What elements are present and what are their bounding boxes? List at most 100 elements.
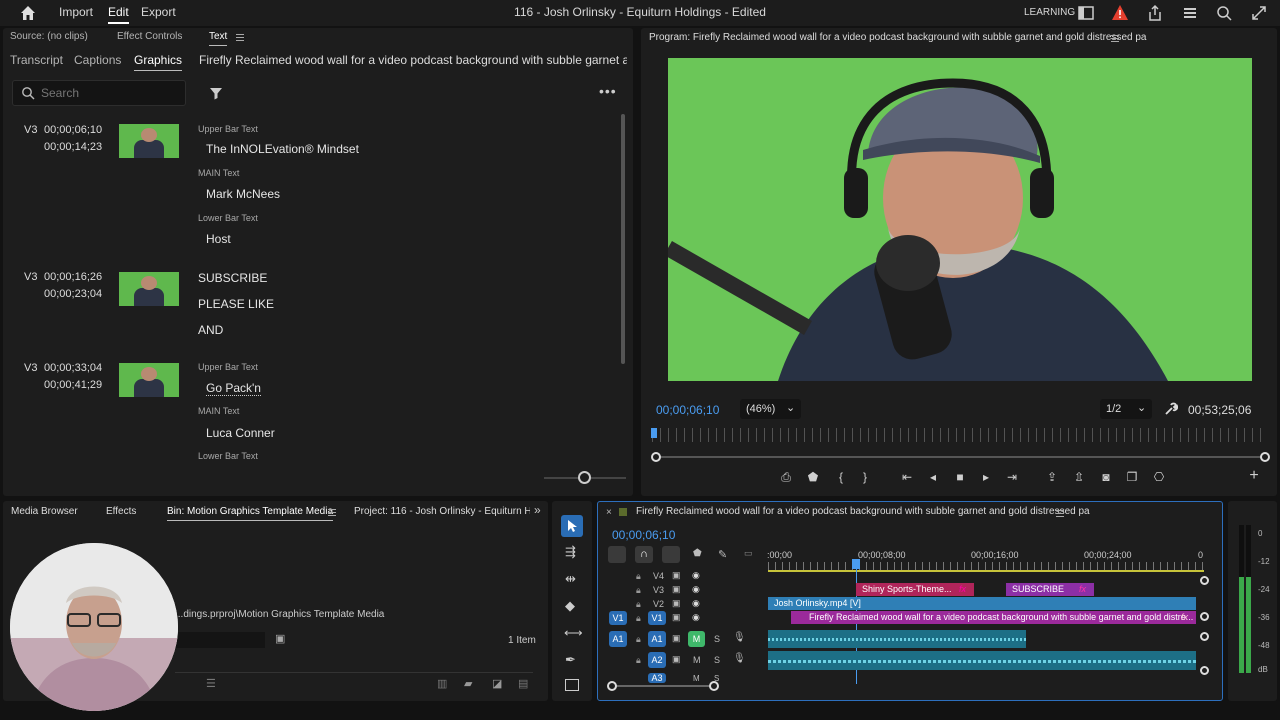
timeline-ruler[interactable] (768, 562, 1204, 570)
program-time-ruler[interactable] (652, 428, 1266, 442)
v-scroll-handle[interactable] (1200, 576, 1209, 585)
field-value[interactable]: Host (206, 232, 231, 246)
sync-lock-icon[interactable]: ▣ (672, 633, 681, 644)
track-v4[interactable]: V4 (653, 571, 664, 581)
timeline-timecode[interactable]: 00;00;06;10 (612, 528, 675, 542)
program-video-frame[interactable] (668, 58, 1252, 381)
sync-lock-icon[interactable]: ▣ (672, 584, 681, 595)
tab-effect-controls[interactable]: Effect Controls (117, 31, 182, 42)
h-zoom-right-handle[interactable] (709, 681, 719, 691)
tab-menu-icon[interactable] (327, 507, 337, 517)
zoom-dropdown[interactable]: (46%) ⌄ (740, 399, 801, 419)
search-field[interactable] (12, 80, 186, 106)
tab-media-browser[interactable]: Media Browser (11, 506, 78, 517)
sync-lock-icon[interactable]: ▣ (672, 570, 681, 581)
text-line[interactable]: AND (198, 323, 223, 337)
program-zoom-bar[interactable] (655, 456, 1265, 458)
microphone-icon[interactable]: 🎙︎ (733, 632, 746, 643)
lock-icon[interactable]: 🔒︎ (636, 585, 641, 596)
h-zoom-left-handle[interactable] (607, 681, 617, 691)
track-v2[interactable]: V2 (653, 599, 664, 609)
captions-icon[interactable]: ▭ (744, 548, 753, 559)
lock-icon[interactable]: 🔒︎ (636, 613, 641, 624)
search-input[interactable] (41, 86, 181, 100)
mark-out-icon[interactable]: } (858, 470, 872, 484)
lock-icon[interactable]: 🔒︎ (636, 634, 641, 645)
eye-icon[interactable]: ◉ (692, 598, 700, 609)
compare-icon[interactable]: ❐ (1125, 470, 1139, 484)
lift-icon[interactable]: ⇪ (1045, 470, 1059, 484)
eye-icon[interactable]: ◉ (692, 584, 700, 595)
wrench-icon[interactable] (1164, 402, 1178, 416)
lock-icon[interactable]: 🔒︎ (636, 599, 641, 610)
playhead-handle[interactable] (852, 559, 860, 569)
nest-toggle-icon[interactable] (608, 546, 626, 563)
rectangle-tool-icon[interactable] (565, 679, 579, 691)
menu-lines-icon[interactable] (1180, 3, 1200, 23)
a-scroll-handle[interactable] (1200, 632, 1209, 641)
more-tabs-icon[interactable]: » (534, 503, 541, 517)
field-value[interactable]: Luca Conner (206, 426, 275, 440)
tab-transcript[interactable]: Transcript (10, 53, 63, 67)
track-v1[interactable]: V1 (648, 611, 666, 625)
tab-source[interactable]: Source: (no clips) (10, 31, 88, 42)
resolution-dropdown[interactable]: 1/2 ⌄ (1100, 399, 1152, 419)
eye-icon[interactable]: ◉ (692, 570, 700, 581)
more-options-icon[interactable]: ••• (599, 83, 617, 99)
trash-icon[interactable]: ▤ (518, 677, 528, 690)
tab-menu-icon[interactable] (235, 32, 245, 42)
text-line[interactable]: PLEASE LIKE (198, 297, 274, 311)
field-value[interactable]: Mark McNees (206, 187, 280, 201)
sync-lock-icon[interactable]: ▣ (672, 598, 681, 609)
warning-icon[interactable] (1110, 3, 1130, 23)
pen-icon[interactable]: ✒ (565, 652, 576, 668)
panel-icon[interactable] (1076, 3, 1096, 23)
panel-menu-icon[interactable] (1055, 508, 1065, 518)
zoom-bar-right-handle[interactable] (1260, 452, 1270, 462)
step-back-icon[interactable]: ◂ (926, 470, 940, 484)
track-a1[interactable]: A1 (648, 631, 666, 647)
program-playhead[interactable] (651, 428, 657, 438)
go-to-out-icon[interactable]: ⇥ (1005, 470, 1019, 484)
video-clip[interactable]: Josh Orlinsky.mp4 [V] (768, 597, 1196, 610)
slip-icon[interactable]: ⟷ (564, 625, 583, 641)
field-value[interactable]: The InNOLEvation® Mindset (206, 142, 359, 156)
v-scroll-handle[interactable] (1200, 612, 1209, 621)
zoom-slider-handle[interactable] (578, 471, 591, 484)
add-button-icon[interactable]: + (1247, 468, 1261, 484)
track-a3[interactable]: A3 (648, 673, 666, 683)
tab-effects[interactable]: Effects (106, 506, 136, 517)
camera-icon[interactable]: ◙ (1099, 470, 1113, 484)
list-view-icon[interactable]: ☰ (206, 677, 216, 690)
automate-icon[interactable]: ▥ (437, 677, 447, 690)
scrollbar[interactable] (621, 114, 625, 364)
mark-in-icon[interactable]: { (834, 470, 848, 484)
timeline-settings-icon[interactable]: ✎ (718, 548, 727, 561)
mute-a2-button[interactable]: M (693, 655, 701, 665)
track-a2[interactable]: A2 (648, 652, 666, 668)
a-scroll-handle[interactable] (1200, 666, 1209, 675)
stop-icon[interactable]: ■ (953, 470, 967, 484)
ripple-edit-icon[interactable]: ⇹ (565, 571, 576, 587)
linked-selection-icon[interactable] (662, 546, 680, 563)
graphics-clip[interactable]: Shiny Sports-Theme... (856, 583, 974, 596)
tab-text[interactable]: Text (209, 31, 228, 46)
add-marker-icon[interactable]: ⬟ (693, 548, 702, 559)
sync-lock-icon[interactable]: ▣ (672, 654, 681, 665)
solo-a2-button[interactable]: S (714, 655, 720, 665)
marker-icon[interactable]: ⬟ (806, 470, 820, 484)
filter-icon[interactable] (208, 85, 224, 101)
close-icon[interactable]: × (606, 507, 612, 518)
zoom-bar-left-handle[interactable] (651, 452, 661, 462)
source-patch-a1[interactable]: A1 (609, 631, 627, 647)
background-clip[interactable]: Firefly Reclaimed wood wall for a video … (791, 611, 1196, 624)
insert-frame-icon[interactable]: ⎙ (779, 470, 793, 484)
audio-clip-a1[interactable] (768, 630, 1026, 648)
selection-tool-button[interactable] (561, 515, 583, 537)
share-icon[interactable] (1145, 3, 1165, 23)
eye-icon[interactable]: ◉ (692, 612, 700, 623)
source-patch-v1[interactable]: V1 (609, 611, 627, 625)
workspace-learning[interactable]: LEARNING (1024, 7, 1075, 18)
sync-lock-icon[interactable]: ▣ (672, 612, 681, 623)
new-bin-icon[interactable]: ▰ (464, 677, 472, 690)
